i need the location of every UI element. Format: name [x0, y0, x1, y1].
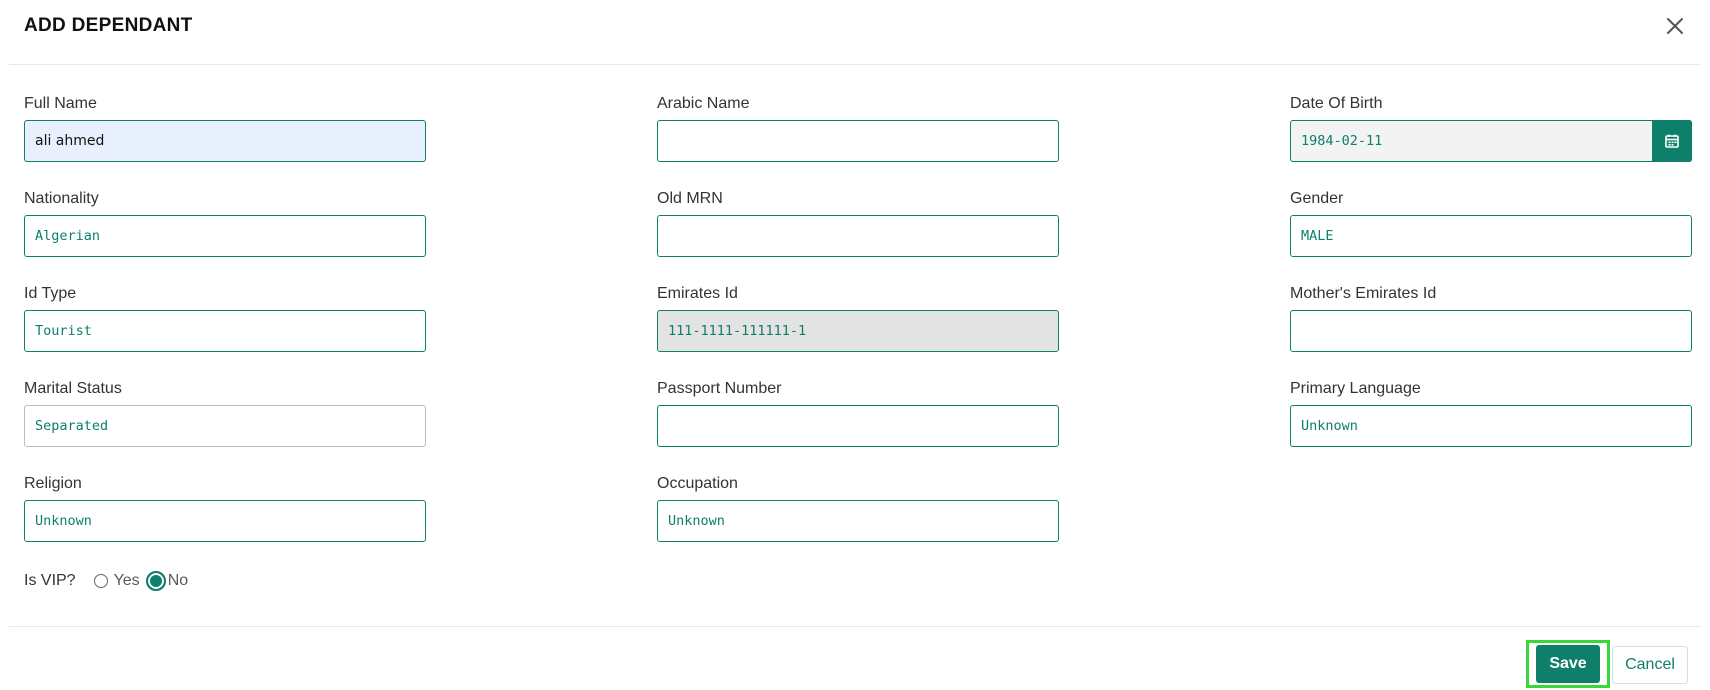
field-marital-status: Marital Status Separated: [24, 379, 426, 447]
primary-language-label: Primary Language: [1290, 380, 1421, 397]
emirates-id-label: Emirates Id: [657, 285, 738, 302]
field-emirates-id: Emirates Id 111-1111-111111-1: [657, 284, 1059, 352]
occupation-label: Occupation: [657, 475, 738, 492]
old-mrn-input[interactable]: [657, 215, 1059, 257]
mothers-emirates-id-input[interactable]: [1290, 310, 1692, 352]
nationality-label: Nationality: [24, 190, 99, 207]
vip-no-radio[interactable]: [145, 571, 166, 591]
field-mothers-emirates-id: Mother's Emirates Id: [1290, 284, 1692, 352]
emirates-id-input[interactable]: 111-1111-111111-1: [657, 310, 1059, 352]
mothers-emirates-id-label: Mother's Emirates Id: [1290, 285, 1437, 302]
marital-status-label: Marital Status: [24, 380, 122, 397]
full-name-label: Full Name: [24, 95, 97, 112]
field-occupation: Occupation Unknown: [657, 474, 1059, 542]
field-primary-language: Primary Language Unknown: [1290, 379, 1692, 447]
occupation-select[interactable]: Unknown: [657, 500, 1059, 542]
passport-number-input[interactable]: [657, 405, 1059, 447]
gender-label: Gender: [1290, 190, 1344, 207]
cancel-button[interactable]: Cancel: [1612, 646, 1688, 684]
date-of-birth-wrapper: 1984-02-11: [1290, 120, 1692, 162]
field-date-of-birth: Date Of Birth 1984-02-11: [1290, 94, 1692, 162]
header-divider: [9, 64, 1701, 65]
modal-title: ADD DEPENDANT: [24, 15, 193, 36]
full-name-input[interactable]: ali ahmed: [24, 120, 426, 162]
field-arabic-name: Arabic Name: [657, 94, 1059, 162]
primary-language-select[interactable]: Unknown: [1290, 405, 1692, 447]
vip-label: Is VIP?: [24, 572, 76, 589]
vip-yes-option[interactable]: Yes: [93, 572, 140, 590]
date-of-birth-input[interactable]: 1984-02-11: [1290, 120, 1692, 162]
save-button-highlight: Save: [1526, 640, 1610, 688]
calendar-icon: [1665, 134, 1679, 148]
field-religion: Religion Unknown: [24, 474, 426, 542]
close-button[interactable]: [1662, 13, 1688, 39]
vip-no-label: No: [167, 572, 189, 589]
religion-select[interactable]: Unknown: [24, 500, 426, 542]
footer-divider: [9, 626, 1701, 627]
field-id-type: Id Type Tourist: [24, 284, 426, 352]
marital-status-select[interactable]: Separated: [24, 405, 426, 447]
field-full-name: Full Name ali ahmed: [24, 94, 426, 162]
vip-yes-radio[interactable]: [93, 574, 108, 588]
save-button[interactable]: Save: [1536, 645, 1600, 683]
add-dependant-modal: ADD DEPENDANT Full Name ali ahmed Arabic…: [0, 0, 1710, 690]
close-icon: [1667, 18, 1683, 34]
vip-no-option[interactable]: No: [145, 571, 189, 591]
gender-select[interactable]: MALE: [1290, 215, 1692, 257]
arabic-name-label: Arabic Name: [657, 95, 750, 112]
field-gender: Gender MALE: [1290, 189, 1692, 257]
id-type-label: Id Type: [24, 285, 77, 302]
religion-label: Religion: [24, 475, 82, 492]
vip-yes-label: Yes: [113, 572, 140, 589]
arabic-name-input[interactable]: [657, 120, 1059, 162]
date-of-birth-label: Date Of Birth: [1290, 95, 1383, 112]
field-passport-number: Passport Number: [657, 379, 1059, 447]
date-picker-button[interactable]: [1652, 120, 1692, 162]
field-nationality: Nationality Algerian: [24, 189, 426, 257]
old-mrn-label: Old MRN: [657, 190, 723, 207]
passport-number-label: Passport Number: [657, 380, 782, 397]
nationality-select[interactable]: Algerian: [24, 215, 426, 257]
field-old-mrn: Old MRN: [657, 189, 1059, 257]
vip-radio-group: Is VIP? Yes No: [24, 570, 188, 592]
id-type-select[interactable]: Tourist: [24, 310, 426, 352]
